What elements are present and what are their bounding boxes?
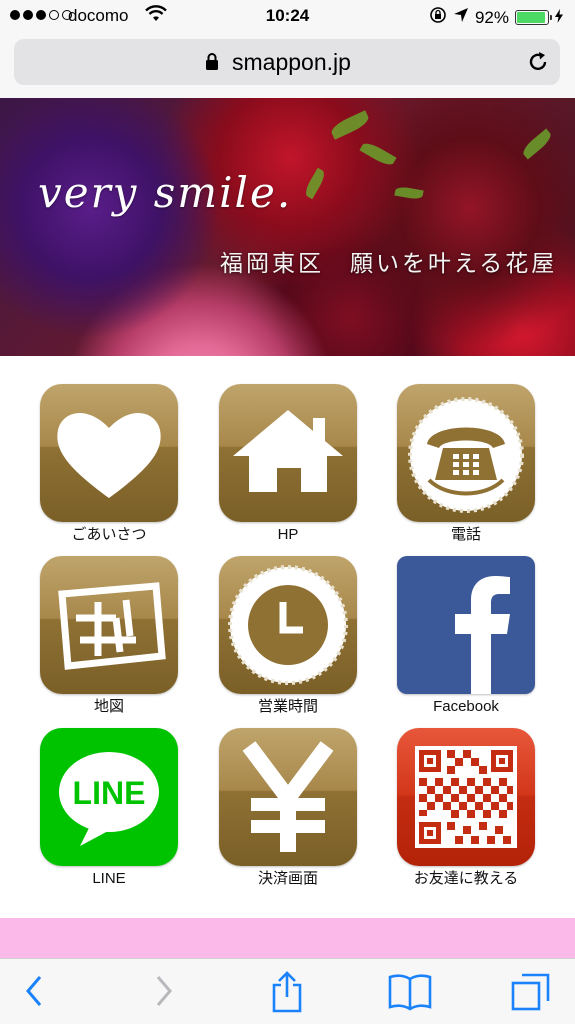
- map-icon[interactable]: [40, 556, 178, 694]
- battery-percent: 92%: [474, 7, 509, 27]
- menu-item-label: LINE: [92, 870, 126, 887]
- menu-item-label: 決済画面: [257, 870, 318, 887]
- menu-item-label: Facebook: [433, 698, 499, 715]
- menu-item-label: 営業時間: [257, 698, 318, 715]
- line-bubble-text: LINE: [73, 775, 146, 811]
- menu-item-hp[interactable]: HP: [208, 384, 368, 545]
- heart-icon[interactable]: [40, 384, 178, 522]
- browser-address-area: smappon.jp: [0, 34, 575, 98]
- location-arrow-icon: [453, 7, 469, 28]
- orientation-lock-icon: [429, 6, 447, 29]
- reload-icon[interactable]: [526, 50, 550, 79]
- battery-icon: [515, 10, 552, 25]
- share-icon[interactable]: [270, 971, 304, 1018]
- charging-bolt-icon: [555, 8, 563, 28]
- menu-item-label: ごあいさつ: [71, 526, 147, 543]
- browser-toolbar: [0, 958, 575, 1024]
- forward-icon[interactable]: [150, 971, 176, 1016]
- address-bar[interactable]: smappon.jp: [14, 39, 560, 85]
- qr-code-icon[interactable]: [397, 728, 535, 866]
- back-icon[interactable]: [22, 971, 48, 1016]
- menu-item-greeting[interactable]: ごあいさつ: [29, 384, 189, 545]
- address-domain: smappon.jp: [232, 49, 351, 75]
- menu-item-label: 電話: [450, 526, 481, 543]
- lock-icon: [204, 52, 220, 77]
- menu-item-share-friends[interactable]: お友達に教える: [386, 728, 546, 889]
- menu-item-phone[interactable]: 電話: [386, 384, 546, 545]
- menu-item-label: HP: [277, 526, 299, 543]
- menu-item-payment[interactable]: 決済画面: [208, 728, 368, 889]
- yen-icon[interactable]: [219, 728, 357, 866]
- menu-item-map[interactable]: 地図: [29, 556, 189, 717]
- menu-item-line[interactable]: LINE LINE: [29, 728, 189, 889]
- menu-item-hours[interactable]: 営業時間: [208, 556, 368, 717]
- bookmarks-icon[interactable]: [388, 971, 432, 1018]
- status-bar: docomo 10:24 92%: [0, 0, 575, 34]
- footer-band: [0, 918, 575, 958]
- clock-icon[interactable]: [219, 556, 357, 694]
- menu-item-facebook[interactable]: Facebook: [386, 556, 546, 717]
- menu-item-label: 地図: [93, 698, 124, 715]
- tabs-icon[interactable]: [510, 971, 552, 1018]
- facebook-icon[interactable]: [397, 556, 535, 694]
- menu-item-label: お友達に教える: [413, 870, 519, 887]
- line-icon[interactable]: LINE: [40, 728, 178, 866]
- hero-banner: very smile. 福岡東区 願いを叶える花屋: [0, 98, 575, 356]
- house-icon[interactable]: [219, 384, 357, 522]
- hero-script-title: very smile.: [38, 168, 293, 217]
- telephone-icon[interactable]: [397, 384, 535, 522]
- hero-tagline: 福岡東区 願いを叶える花屋: [220, 251, 558, 277]
